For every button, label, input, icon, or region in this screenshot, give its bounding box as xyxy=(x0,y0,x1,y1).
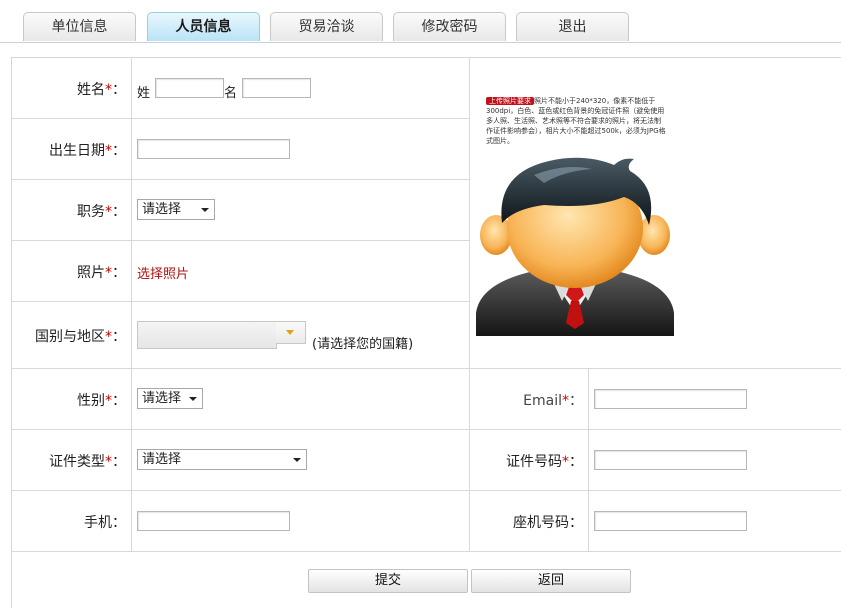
id-type-select[interactable]: 请选择 xyxy=(137,449,307,470)
gender-select-value: 请选择 xyxy=(142,391,182,406)
country-combo-input[interactable] xyxy=(137,321,277,349)
back-button[interactable]: 返回 xyxy=(471,569,631,593)
tab-logout[interactable]: 退出 xyxy=(516,12,629,41)
position-select[interactable]: 请选择 xyxy=(137,199,215,220)
position-select-value: 请选择 xyxy=(142,202,182,217)
gender-label: 性别*： xyxy=(77,393,126,409)
landline-label: 座机号码： xyxy=(513,515,583,531)
mobile-input[interactable] xyxy=(137,511,290,531)
dropdown-arrow-icon xyxy=(286,330,294,335)
submit-button[interactable]: 提交 xyxy=(308,569,468,593)
row-divider xyxy=(11,490,841,491)
mobile-label: 手机： xyxy=(84,515,126,531)
email-label: Email*： xyxy=(523,393,583,409)
photo-requirements: 上传照片要求 照片不能小于240*320，像素不能低于300dpi，白色、蓝色或红… xyxy=(486,96,666,146)
tab-change-password[interactable]: 修改密码 xyxy=(393,12,506,41)
id-number-input[interactable] xyxy=(594,450,747,470)
row-divider xyxy=(11,429,841,430)
birthdate-label: 出生日期*： xyxy=(49,143,126,159)
photo-requirements-tag: 上传照片要求 xyxy=(486,97,534,105)
surname-prefix: 姓 xyxy=(137,86,151,101)
id-type-label: 证件类型*： xyxy=(49,454,126,470)
row-divider xyxy=(11,179,470,180)
id-number-label: 证件号码*： xyxy=(506,454,583,470)
name-label: 姓名*： xyxy=(77,82,126,98)
row-divider xyxy=(11,368,841,369)
column-divider xyxy=(469,57,470,551)
position-label: 职务*： xyxy=(77,204,126,220)
country-label: 国别与地区*： xyxy=(35,329,126,345)
chevron-down-icon xyxy=(189,397,197,401)
chevron-down-icon xyxy=(293,458,301,462)
birthdate-input[interactable] xyxy=(137,139,290,159)
chevron-down-icon xyxy=(201,208,209,212)
row-divider xyxy=(11,118,470,119)
row-divider xyxy=(11,240,470,241)
gender-select[interactable]: 请选择 xyxy=(137,388,203,409)
tab-trade-negotiation[interactable]: 贸易洽谈 xyxy=(270,12,383,41)
tab-personnel-info[interactable]: 人员信息 xyxy=(147,12,260,41)
row-divider xyxy=(11,301,470,302)
country-hint: (请选择您的国籍) xyxy=(312,337,414,352)
person-avatar-icon xyxy=(476,157,674,336)
column-divider xyxy=(131,57,132,551)
photo-label: 照片*： xyxy=(77,265,126,281)
tab-bar: 单位信息 人员信息 贸易洽谈 修改密码 退出 xyxy=(0,0,841,43)
column-divider xyxy=(588,368,589,551)
country-dropdown-button[interactable] xyxy=(276,321,306,344)
given-name-input[interactable] xyxy=(242,78,311,98)
given-name-prefix: 名 xyxy=(224,86,238,101)
landline-input[interactable] xyxy=(594,511,747,531)
email-input[interactable] xyxy=(594,389,747,409)
id-type-select-value: 请选择 xyxy=(142,452,182,467)
select-photo-link[interactable]: 选择照片 xyxy=(137,263,189,282)
surname-input[interactable] xyxy=(155,78,224,98)
tab-company-info[interactable]: 单位信息 xyxy=(23,12,136,41)
row-divider xyxy=(11,551,841,552)
